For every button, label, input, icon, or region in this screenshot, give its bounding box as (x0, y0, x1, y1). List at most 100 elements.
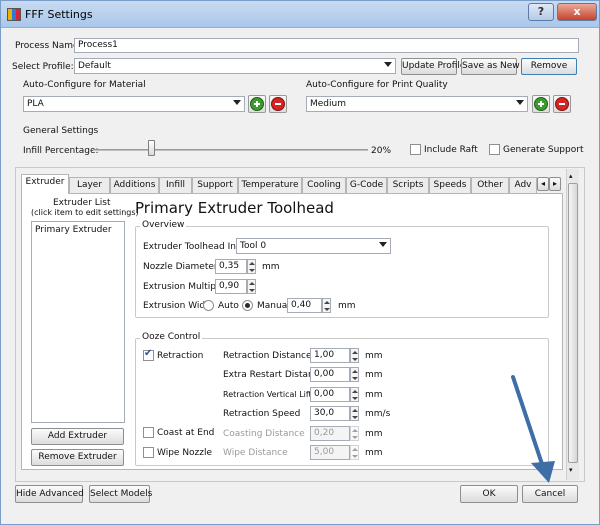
include-raft-checkbox[interactable] (410, 144, 421, 155)
overview-title: Overview (140, 220, 187, 230)
remove-profile-button[interactable]: Remove (521, 58, 577, 75)
coasting-distance-input[interactable]: 0,20 (310, 426, 350, 441)
add-extruder-button[interactable]: Add Extruder (31, 428, 124, 445)
tab-other[interactable]: Other (471, 177, 509, 193)
retraction-speed-spinner[interactable] (350, 406, 359, 421)
help-button[interactable]: ? (528, 3, 554, 21)
chevron-up-icon[interactable]: ▴ (569, 172, 573, 180)
remove-quality-button[interactable] (553, 95, 571, 113)
generate-support-label: Generate Support (503, 145, 584, 155)
generate-support-checkbox[interactable] (489, 144, 500, 155)
save-as-new-button[interactable]: Save as New (461, 58, 520, 75)
wipe-distance-spinner[interactable] (350, 445, 359, 460)
chevron-down-icon (379, 242, 387, 247)
list-item[interactable]: Primary Extruder (35, 225, 112, 235)
retraction-distance-input[interactable]: 1,00 (310, 348, 350, 363)
quality-dropdown[interactable]: Medium (306, 96, 528, 112)
tab-infill[interactable]: Infill (159, 177, 192, 193)
extrusion-width-auto-radio[interactable] (203, 300, 214, 311)
nozzle-diameter-label: Nozzle Diameter (143, 262, 218, 272)
tab-extruder[interactable]: Extruder (21, 174, 69, 194)
coast-at-end-checkbox[interactable] (143, 427, 154, 438)
extra-restart-distance-input[interactable]: 0,00 (310, 367, 350, 382)
ok-button[interactable]: OK (460, 485, 518, 503)
extrusion-multiplier-input[interactable]: 0,90 (215, 279, 247, 294)
remove-material-button[interactable] (269, 95, 287, 113)
wipe-distance-unit: mm (365, 448, 383, 458)
process-name-input[interactable]: Process1 (74, 38, 579, 53)
coasting-distance-spinner[interactable] (350, 426, 359, 441)
extra-restart-distance-spinner[interactable] (350, 367, 359, 382)
retraction-vertical-lift-input[interactable]: 0,00 (310, 387, 350, 402)
retraction-speed-label: Retraction Speed (223, 409, 301, 419)
remove-extruder-button[interactable]: Remove Extruder (31, 449, 124, 466)
chevron-down-icon (233, 100, 241, 105)
wipe-distance-label: Wipe Distance (223, 448, 288, 458)
extrusion-width-spinner[interactable] (322, 298, 331, 313)
include-raft-label: Include Raft (424, 145, 478, 155)
extruder-list-title: Extruder List (53, 198, 111, 208)
coasting-distance-unit: mm (365, 429, 383, 439)
extrusion-width-unit: mm (338, 301, 356, 311)
infill-percentage-value: 20% (371, 146, 392, 156)
retraction-distance-label: Retraction Distance (223, 351, 312, 361)
annotation-arrow (511, 375, 555, 483)
infill-slider-track[interactable] (93, 149, 368, 151)
nozzle-diameter-spinner[interactable] (247, 259, 256, 274)
chevron-down-icon (516, 100, 524, 105)
retraction-vertical-lift-unit: mm (365, 390, 383, 400)
minus-icon (271, 97, 285, 111)
tab-advanced[interactable]: Adv (509, 177, 537, 193)
retraction-checkbox[interactable] (143, 348, 154, 361)
extrusion-multiplier-spinner[interactable] (247, 279, 256, 294)
select-models-button[interactable]: Select Models (89, 485, 152, 503)
extrusion-width-manual-radio[interactable] (242, 300, 253, 311)
nozzle-diameter-input[interactable]: 0,35 (215, 259, 247, 274)
tab-layer[interactable]: Layer (69, 177, 110, 193)
retraction-distance-unit: mm (365, 351, 383, 361)
tab-support[interactable]: Support (192, 177, 238, 193)
tab-scripts[interactable]: Scripts (387, 177, 429, 193)
chevron-left-icon: ◂ (540, 179, 545, 188)
close-button[interactable]: x (557, 3, 597, 21)
tab-temperature[interactable]: Temperature (238, 177, 302, 193)
material-dropdown[interactable]: PLA (23, 96, 245, 112)
wipe-nozzle-checkbox[interactable] (143, 447, 154, 458)
chevron-right-icon: ▸ (552, 179, 557, 188)
infill-percentage-label: Infill Percentage: (23, 146, 99, 156)
vertical-scrollbar[interactable]: ▴ ▾ (566, 169, 579, 480)
add-material-button[interactable] (248, 95, 266, 113)
tab-cooling[interactable]: Cooling (302, 177, 346, 193)
tab-speeds[interactable]: Speeds (429, 177, 471, 193)
nozzle-diameter-unit: mm (262, 262, 280, 272)
retraction-distance-spinner[interactable] (350, 348, 359, 363)
chevron-down-icon[interactable]: ▾ (569, 466, 573, 474)
select-profile-label: Select Profile: (12, 62, 74, 72)
page-title: Primary Extruder Toolhead (135, 199, 334, 217)
tab-scroll-left-button[interactable]: ◂ (537, 177, 549, 191)
auto-quality-label: Auto-Configure for Print Quality (306, 80, 448, 90)
add-quality-button[interactable] (532, 95, 550, 113)
app-icon (7, 8, 21, 21)
extrusion-width-input[interactable]: 0,40 (287, 298, 322, 313)
tab-gcode[interactable]: G-Code (346, 177, 387, 193)
scrollbar-thumb[interactable] (568, 183, 578, 463)
select-profile-dropdown[interactable]: Default (74, 58, 396, 74)
toolhead-index-dropdown[interactable]: Tool 0 (236, 238, 391, 254)
retraction-vertical-lift-spinner[interactable] (350, 387, 359, 402)
tab-scroll-right-button[interactable]: ▸ (549, 177, 561, 191)
extrusion-width-manual-label: Manual (257, 301, 290, 311)
coasting-distance-label: Coasting Distance (223, 429, 305, 439)
infill-slider-thumb[interactable] (148, 140, 155, 156)
process-name-label: Process Name: (15, 41, 82, 51)
extra-restart-distance-unit: mm (365, 370, 383, 380)
extruder-list[interactable]: Primary Extruder (31, 221, 125, 423)
retraction-label: Retraction (157, 351, 204, 361)
cancel-button[interactable]: Cancel (522, 485, 578, 503)
wipe-distance-input[interactable]: 5,00 (310, 445, 350, 460)
tab-additions[interactable]: Additions (110, 177, 159, 193)
update-profile-button[interactable]: Update Profile (401, 58, 465, 75)
fff-settings-window: FFF Settings ? x Process Name: Process1 … (0, 0, 600, 525)
hide-advanced-button[interactable]: Hide Advanced (15, 485, 84, 503)
retraction-speed-input[interactable]: 30,0 (310, 406, 350, 421)
